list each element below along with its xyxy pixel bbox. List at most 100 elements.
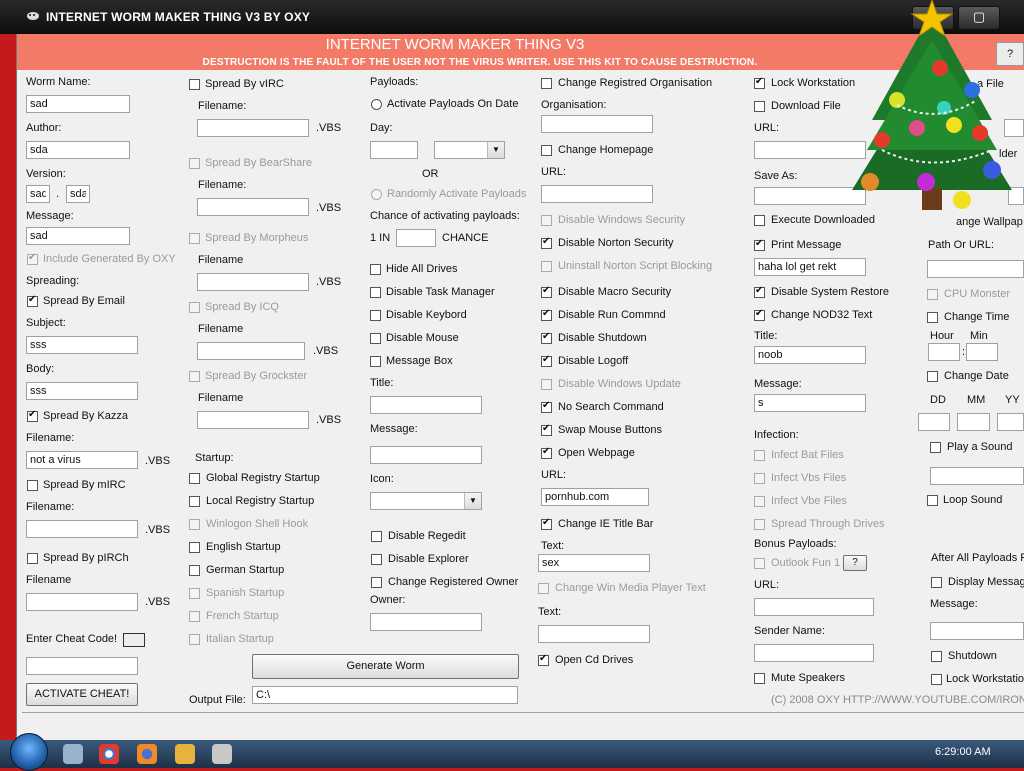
owner-input[interactable]	[370, 613, 482, 631]
worm-maker-taskbar-icon[interactable]	[212, 744, 232, 764]
spanish-startup-checkbox[interactable]	[189, 588, 200, 599]
year-date-input[interactable]	[997, 413, 1024, 431]
bonus-url-input[interactable]	[754, 598, 874, 616]
output-file-input[interactable]	[252, 686, 518, 704]
outlook-fun-checkbox[interactable]	[754, 558, 765, 569]
keyboard-icon[interactable]	[123, 633, 145, 647]
pirch-filename-input[interactable]	[26, 593, 138, 611]
cheat-code-input[interactable]	[26, 657, 138, 675]
nod32-message-input[interactable]	[754, 394, 866, 412]
spread-drives-checkbox[interactable]	[754, 519, 765, 530]
uninstall-norton-checkbox[interactable]	[541, 261, 552, 272]
print-message-checkbox[interactable]	[754, 238, 765, 251]
author-input[interactable]	[26, 141, 130, 159]
day-input[interactable]	[370, 141, 418, 159]
nod32-title-input[interactable]	[754, 346, 866, 364]
activate-on-date-radio[interactable]	[371, 99, 382, 110]
change-time-checkbox[interactable]	[927, 312, 938, 323]
day-date-input[interactable]	[918, 413, 950, 431]
change-homepage-checkbox[interactable]	[541, 145, 552, 156]
message-box-checkbox[interactable]	[370, 356, 381, 367]
spread-morpheus-checkbox[interactable]	[189, 233, 200, 244]
swap-mouse-checkbox[interactable]	[541, 423, 552, 436]
spread-bearshare-checkbox[interactable]	[189, 158, 200, 169]
english-startup-checkbox[interactable]	[189, 542, 200, 553]
ie-text-input[interactable]	[538, 554, 650, 572]
disable-sys-restore-checkbox[interactable]	[754, 285, 765, 298]
activate-cheat-button[interactable]: ACTIVATE CHEAT!	[26, 683, 138, 706]
organisation-input[interactable]	[541, 115, 653, 133]
generate-worm-button[interactable]: Generate Worm	[252, 654, 519, 679]
infect-bat-checkbox[interactable]	[754, 450, 765, 461]
bearshare-filename-input[interactable]	[197, 198, 309, 216]
german-startup-checkbox[interactable]	[189, 565, 200, 576]
folder-icon[interactable]	[175, 744, 195, 764]
hour-input[interactable]	[928, 343, 960, 361]
wallpaper-path-input[interactable]	[927, 260, 1024, 278]
disable-shutdown-checkbox[interactable]	[541, 331, 552, 344]
no-search-checkbox[interactable]	[541, 400, 552, 413]
change-reg-org-checkbox[interactable]	[541, 78, 552, 89]
month-date-input[interactable]	[957, 413, 990, 431]
min-input[interactable]	[966, 343, 998, 361]
shutdown-checkbox[interactable]	[931, 651, 942, 662]
change-wmp-checkbox[interactable]	[538, 583, 549, 594]
version-major-input[interactable]	[26, 185, 50, 203]
wmp-text-input[interactable]	[538, 625, 650, 643]
disable-macro-checkbox[interactable]	[541, 285, 552, 298]
loop-sound-checkbox[interactable]	[927, 495, 938, 506]
infect-vbe-checkbox[interactable]	[754, 496, 765, 507]
sender-name-input[interactable]	[754, 644, 874, 662]
morpheus-filename-input[interactable]	[197, 273, 309, 291]
spread-pirch-checkbox[interactable]	[27, 553, 38, 564]
local-registry-checkbox[interactable]	[189, 496, 200, 507]
message-input[interactable]	[26, 227, 130, 245]
mirc-filename-input[interactable]	[26, 520, 138, 538]
mute-speakers-checkbox[interactable]	[754, 673, 765, 684]
spread-kazza-checkbox[interactable]	[27, 409, 38, 422]
grockster-filename-input[interactable]	[197, 411, 309, 429]
virc-filename-input[interactable]	[197, 119, 309, 137]
spread-mirc-checkbox[interactable]	[27, 480, 38, 491]
open-webpage-checkbox[interactable]	[541, 446, 552, 459]
disable-norton-checkbox[interactable]	[541, 236, 552, 249]
spread-email-checkbox[interactable]	[27, 294, 38, 307]
italian-startup-checkbox[interactable]	[189, 634, 200, 645]
spread-virc-checkbox[interactable]	[189, 79, 200, 90]
icon-select[interactable]: ▼	[370, 492, 482, 510]
worm-name-input[interactable]	[26, 95, 130, 113]
start-button[interactable]	[10, 733, 48, 771]
randomly-activate-radio[interactable]	[371, 189, 382, 200]
homepage-url-input[interactable]	[541, 185, 653, 203]
version-minor-input[interactable]	[66, 185, 90, 203]
display-message-checkbox[interactable]	[931, 577, 942, 588]
hide-drives-checkbox[interactable]	[370, 264, 381, 275]
change-date-checkbox[interactable]	[927, 371, 938, 382]
change-ie-title-checkbox[interactable]	[541, 517, 552, 530]
chrome-icon[interactable]	[99, 744, 119, 764]
print-message-input[interactable]	[754, 258, 866, 276]
show-desktop-icon[interactable]	[63, 744, 83, 764]
open-cd-checkbox[interactable]	[538, 653, 549, 666]
download-file-checkbox[interactable]	[754, 101, 765, 112]
disable-regedit-checkbox[interactable]	[371, 531, 382, 542]
firefox-icon[interactable]	[137, 744, 157, 764]
disable-win-security-checkbox[interactable]	[541, 215, 552, 226]
subject-input[interactable]	[26, 336, 138, 354]
execute-downloaded-checkbox[interactable]	[754, 215, 765, 226]
change-nod32-checkbox[interactable]	[754, 308, 765, 321]
disable-run-checkbox[interactable]	[541, 308, 552, 321]
global-registry-checkbox[interactable]	[189, 473, 200, 484]
outlook-help-button[interactable]: ?	[843, 555, 867, 571]
include-generated-checkbox[interactable]	[27, 252, 38, 265]
final-lock-workstation-checkbox[interactable]	[931, 674, 942, 685]
cpu-monster-checkbox[interactable]	[927, 289, 938, 300]
disable-win-update-checkbox[interactable]	[541, 379, 552, 390]
icq-filename-input[interactable]	[197, 342, 305, 360]
sound-path-input[interactable]	[930, 467, 1024, 485]
kazza-filename-input[interactable]	[26, 451, 138, 469]
change-owner-checkbox[interactable]	[371, 577, 382, 588]
disable-explorer-checkbox[interactable]	[371, 554, 382, 565]
disable-mouse-checkbox[interactable]	[370, 333, 381, 344]
body-input[interactable]	[26, 382, 138, 400]
